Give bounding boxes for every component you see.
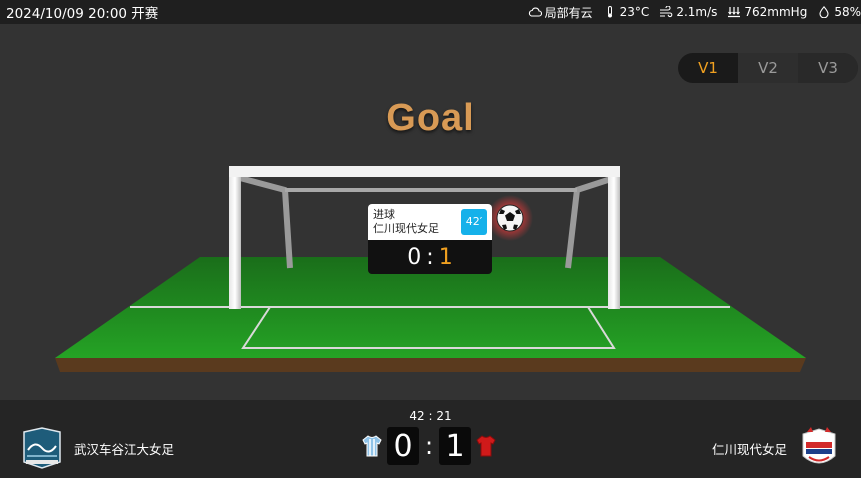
scoreboard: 42 : 21 武汉车谷江大女足 0 : 1 仁川现代女足 — [0, 400, 861, 478]
home-kit-icon — [362, 435, 382, 457]
away-team-logo — [802, 427, 836, 464]
goal-left-back-frame — [239, 175, 293, 269]
goal-right-post — [608, 166, 620, 309]
away-kit-icon — [476, 435, 496, 457]
goal-title: Goal — [386, 97, 475, 139]
event-info: 进球 仁川现代女足 42′ — [368, 204, 492, 240]
away-score: 1 — [439, 427, 471, 465]
pitch-illustration — [55, 166, 806, 372]
event-score-away: 1 — [438, 244, 453, 270]
home-team-name: 武汉车谷江大女足 — [74, 441, 175, 457]
main-score: 0 : 1 — [362, 427, 496, 465]
goal-event-card: 进球 仁川现代女足 42′ 0 : 1 — [368, 204, 492, 274]
event-minute-badge: 42′ — [461, 209, 487, 235]
away-team: 仁川现代女足 — [712, 426, 841, 470]
football-icon — [496, 204, 524, 232]
score-separator: : — [424, 432, 434, 460]
event-score-home: 0 — [407, 244, 422, 270]
event-score-separator: : — [426, 244, 434, 270]
match-clock: 42 : 21 — [409, 409, 452, 423]
home-score: 0 — [387, 427, 419, 465]
event-score: 0 : 1 — [368, 240, 492, 274]
home-team-logo — [23, 427, 61, 469]
home-team: 武汉车谷江大女足 — [20, 426, 174, 470]
pitch-soil-edge — [55, 358, 806, 372]
goal-crossbar — [229, 166, 620, 177]
away-team-name: 仁川现代女足 — [711, 441, 787, 457]
goal-left-post — [229, 166, 241, 309]
